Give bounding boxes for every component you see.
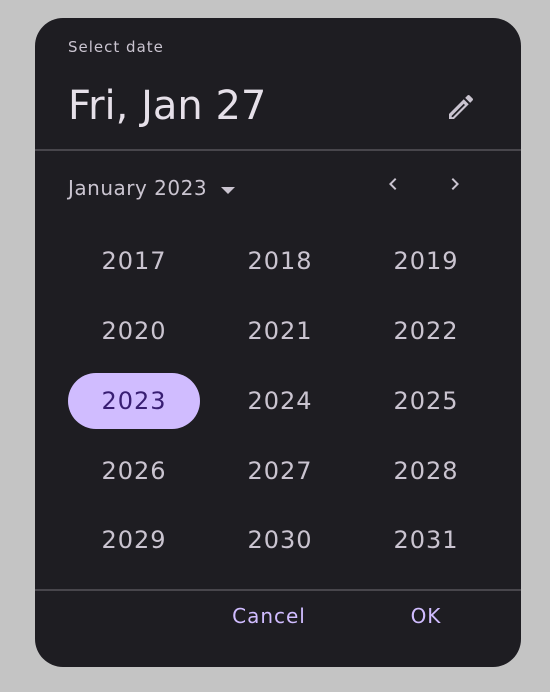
- edit-input-mode-button[interactable]: [437, 83, 485, 131]
- month-year-dropdown[interactable]: January 2023: [68, 170, 236, 206]
- year-item[interactable]: 2024: [214, 373, 346, 429]
- arrow-drop-down-icon: [221, 186, 236, 194]
- year-item[interactable]: 2028: [360, 443, 492, 499]
- next-month-button[interactable]: [435, 164, 475, 204]
- year-item[interactable]: 2029: [68, 512, 200, 568]
- chevron-left-icon: [389, 178, 397, 190]
- chevron-right-icon: [451, 178, 459, 190]
- ok-button[interactable]: OK: [395, 596, 457, 636]
- header-divider: [35, 149, 521, 151]
- year-item[interactable]: 2030: [214, 512, 346, 568]
- previous-month-button[interactable]: [373, 164, 413, 204]
- year-item-selected[interactable]: 2023: [68, 373, 200, 429]
- year-item[interactable]: 2017: [68, 233, 200, 289]
- year-item[interactable]: 2019: [360, 233, 492, 289]
- year-item[interactable]: 2025: [360, 373, 492, 429]
- selected-date-headline: Fri, Jan 27: [68, 83, 267, 129]
- actions-divider: [35, 589, 521, 591]
- month-year-label: January 2023: [68, 176, 208, 200]
- date-picker-dialog: Select date Fri, Jan 27 January 2023 201…: [35, 18, 521, 667]
- year-item[interactable]: 2021: [214, 303, 346, 359]
- year-item[interactable]: 2027: [214, 443, 346, 499]
- cancel-button[interactable]: Cancel: [215, 596, 323, 636]
- pencil-icon: [449, 95, 474, 119]
- year-item[interactable]: 2022: [360, 303, 492, 359]
- year-item[interactable]: 2031: [360, 512, 492, 568]
- year-item[interactable]: 2020: [68, 303, 200, 359]
- dialog-header-label: Select date: [68, 38, 164, 56]
- year-item[interactable]: 2018: [214, 233, 346, 289]
- year-item[interactable]: 2026: [68, 443, 200, 499]
